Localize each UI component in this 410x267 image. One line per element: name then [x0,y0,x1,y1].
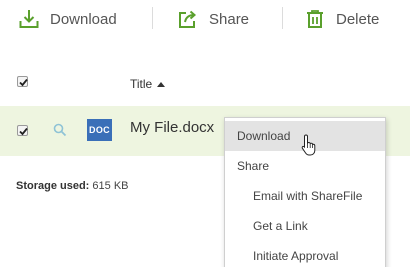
checkmark-icon [19,127,28,136]
share-button[interactable]: Share [177,6,249,32]
title-column-header[interactable]: Title [130,77,166,91]
share-label: Share [209,10,250,28]
preview-search-icon[interactable] [53,123,67,142]
row-checkbox[interactable] [17,125,28,136]
mouse-pointer-icon [301,134,316,156]
toolbar-divider [282,7,283,29]
delete-button[interactable]: Delete [304,6,379,32]
doc-file-icon: DOC [87,119,112,141]
toolbar: Download Share Delete [0,0,410,38]
share-icon [177,8,199,30]
download-icon [18,8,40,30]
menu-item-get-a-link[interactable]: Get a Link [225,211,385,241]
checkmark-icon [19,78,28,87]
trash-icon [304,8,326,30]
storage-used: Storage used: 615 KB [16,180,129,192]
select-all-checkbox[interactable] [17,76,28,87]
storage-label: Storage used: [16,180,90,192]
download-label: Download [50,10,117,28]
storage-value: 615 KB [92,180,129,192]
sort-ascending-icon [157,81,166,87]
download-button[interactable]: Download [18,6,117,32]
toolbar-divider [152,7,153,29]
delete-label: Delete [336,10,380,28]
title-column-label: Title [130,77,153,91]
file-name-link[interactable]: My File.docx [130,119,214,136]
menu-item-email-with-sharefile[interactable]: Email with ShareFile [225,181,385,211]
table-header: Title [0,66,410,96]
menu-item-initiate-approval[interactable]: Initiate Approval [225,241,385,267]
